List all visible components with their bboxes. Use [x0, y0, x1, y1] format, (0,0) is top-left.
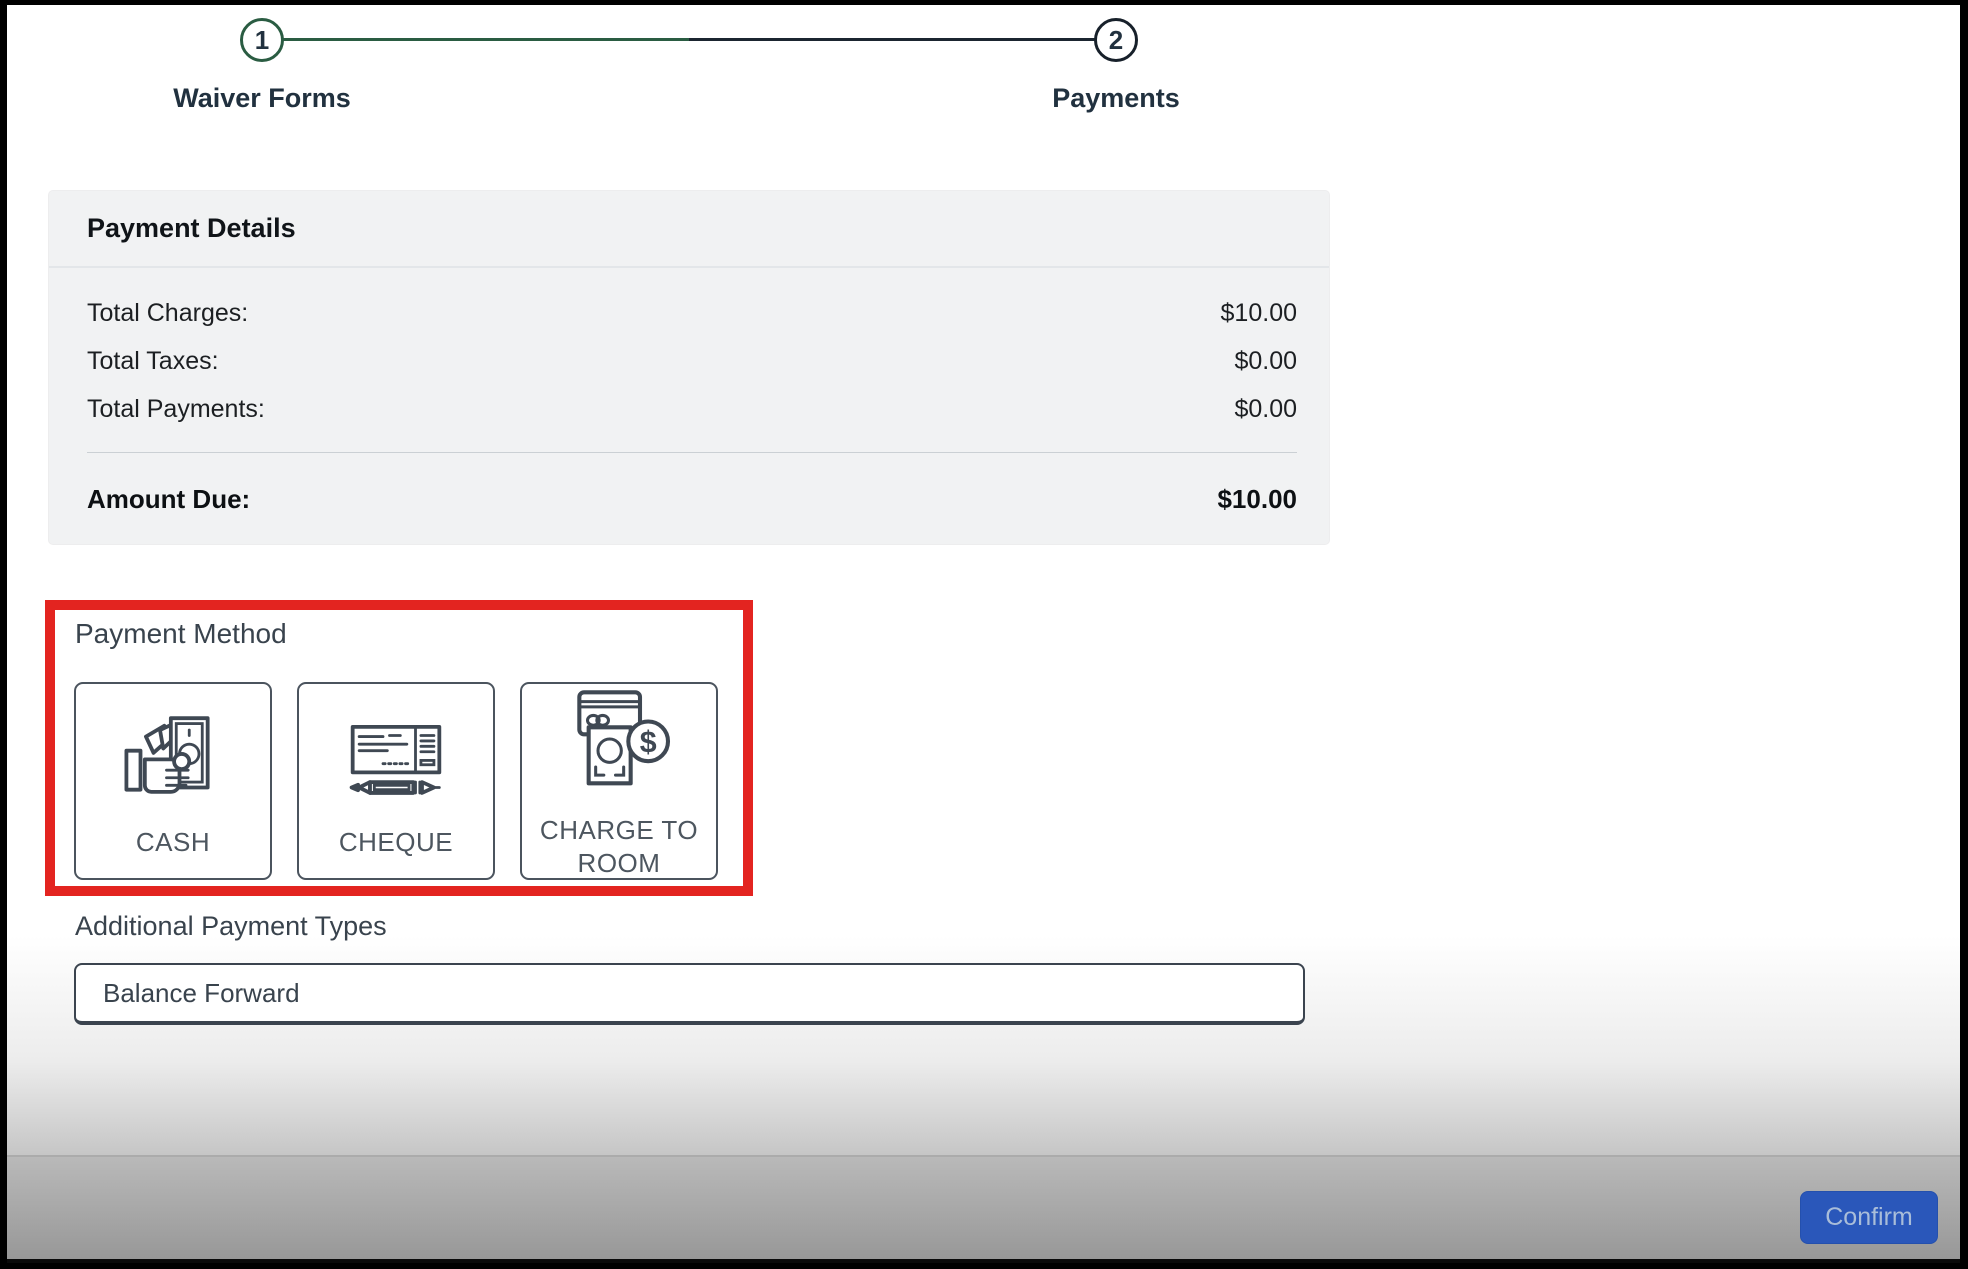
footer-action-bar: Confirm [7, 1155, 1960, 1263]
additional-payment-type-select[interactable]: Balance Forward [74, 963, 1305, 1025]
payment-method-options: CASH [74, 682, 718, 880]
amount-due-label: Amount Due: [87, 484, 250, 515]
cheque-icon [332, 703, 460, 812]
stepper-line-complete [283, 38, 689, 41]
total-charges-value: $10.00 [1221, 299, 1297, 328]
total-payments-value: $0.00 [1234, 395, 1297, 424]
total-taxes-label: Total Taxes: [87, 347, 219, 376]
payment-details-header: Payment Details [49, 191, 1329, 268]
total-payments-label: Total Payments: [87, 395, 265, 424]
step-1-label: Waiver Forms [173, 83, 351, 114]
payment-option-cheque[interactable]: CHEQUE [297, 682, 495, 880]
additional-payment-type-selected: Balance Forward [103, 978, 300, 1009]
svg-text:$: $ [640, 726, 657, 759]
cash-label: CASH [136, 826, 210, 859]
payment-option-cash[interactable]: CASH [74, 682, 272, 880]
total-charges-row: Total Charges: $10.00 [87, 296, 1297, 330]
cash-icon [112, 703, 234, 812]
amount-due-divider [87, 452, 1297, 453]
payment-details-panel: Payment Details Total Charges: $10.00 To… [48, 190, 1330, 545]
total-taxes-row: Total Taxes: $0.00 [87, 344, 1297, 378]
step-2-label: Payments [1052, 83, 1180, 114]
stepper-line-upcoming [689, 38, 1095, 41]
payment-method-title: Payment Method [75, 618, 287, 650]
step-1-number: 1 [255, 25, 269, 56]
video-frame: 1 2 Waiver Forms Payments Payment Detail… [0, 0, 1968, 1269]
payment-option-charge-to-room[interactable]: $ CHARGE TO ROOM [520, 682, 718, 880]
payment-details-title: Payment Details [87, 213, 296, 244]
step-2-circle[interactable]: 2 [1094, 18, 1138, 62]
step-1-circle[interactable]: 1 [240, 18, 284, 62]
total-taxes-value: $0.00 [1234, 347, 1297, 376]
amount-due-value: $10.00 [1217, 484, 1297, 515]
progress-stepper: 1 2 Waiver Forms Payments [7, 5, 1960, 135]
charge-to-room-label: CHARGE TO ROOM [530, 814, 708, 879]
cheque-label: CHEQUE [339, 826, 453, 859]
step-2-number: 2 [1109, 25, 1123, 56]
total-charges-label: Total Charges: [87, 299, 248, 328]
confirm-button[interactable]: Confirm [1800, 1191, 1938, 1244]
additional-payment-types-title: Additional Payment Types [75, 911, 387, 942]
payments-page: 1 2 Waiver Forms Payments Payment Detail… [7, 5, 1960, 1263]
payment-method-highlight-box: Payment Method [45, 600, 753, 896]
total-payments-row: Total Payments: $0.00 [87, 392, 1297, 426]
amount-due-row: Amount Due: $10.00 [87, 481, 1297, 517]
charge-to-room-icon: $ [556, 683, 682, 800]
